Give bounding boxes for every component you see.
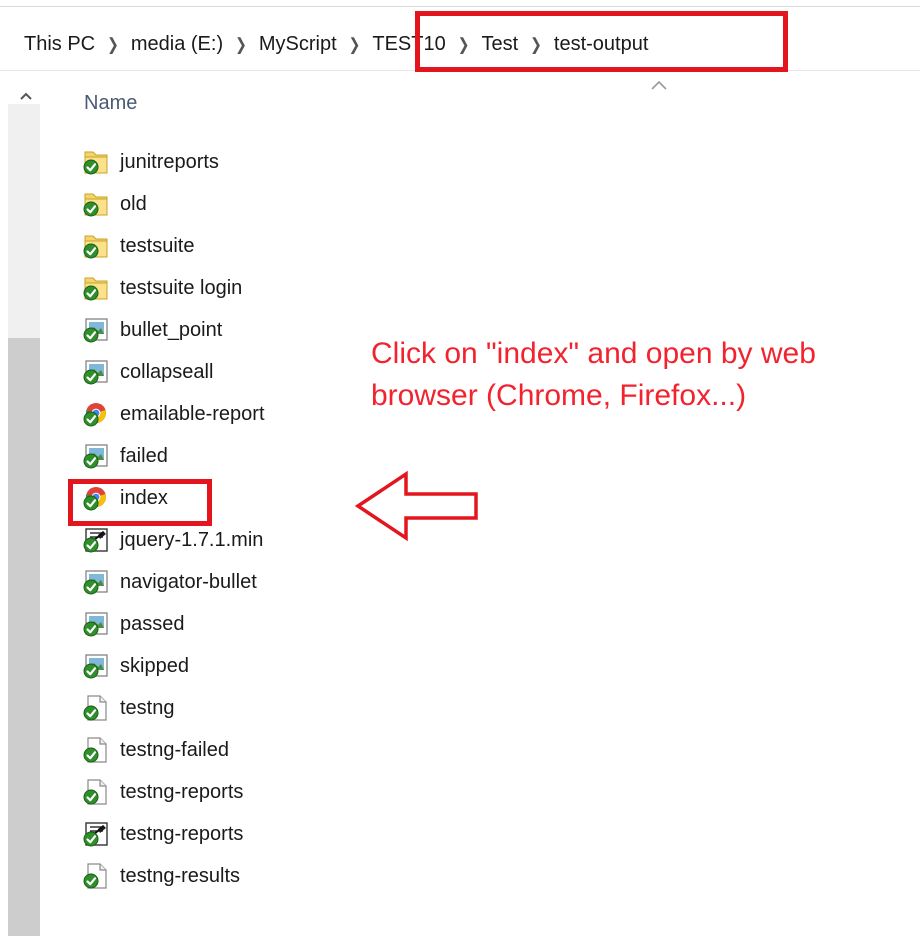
file-name: testng-failed [120, 738, 229, 761]
breadcrumb-this-pc[interactable]: This PC [22, 33, 97, 56]
chevron-right-icon[interactable]: ❯ [107, 34, 119, 54]
file-name: testsuite [120, 234, 195, 257]
name-column-header[interactable]: Name [84, 92, 137, 115]
file-row[interactable]: old [82, 183, 402, 225]
chevron-right-icon[interactable]: ❯ [235, 34, 247, 54]
image-file-icon [82, 316, 110, 344]
image-file-icon [82, 358, 110, 386]
scroll-up-arrow-icon[interactable] [18, 90, 34, 102]
file-row[interactable]: collapseall [82, 351, 402, 393]
file-row[interactable]: testng-reports [82, 813, 402, 855]
file-row[interactable]: bullet_point [82, 309, 402, 351]
generic-file-icon [82, 778, 110, 806]
path-highlight-box [415, 11, 788, 72]
scrollbar-thumb[interactable] [8, 338, 40, 936]
folder-shared-icon [82, 274, 110, 302]
sort-ascending-icon[interactable] [650, 78, 668, 92]
folder-shared-icon [82, 148, 110, 176]
script-file-icon [82, 526, 110, 554]
file-name: passed [120, 612, 185, 635]
file-row[interactable]: junitreports [82, 141, 402, 183]
file-name: junitreports [120, 150, 219, 173]
generic-file-icon [82, 736, 110, 764]
file-name: testng [120, 696, 175, 719]
index-highlight-box [68, 479, 212, 526]
breadcrumb-myscript[interactable]: MyScript [257, 33, 339, 56]
file-name: testsuite login [120, 276, 243, 299]
folder-shared-icon [82, 232, 110, 260]
chrome-html-file-icon [82, 400, 110, 428]
file-row[interactable]: testng-reports [82, 771, 402, 813]
file-row[interactable]: emailable-report [82, 393, 402, 435]
file-name: testng-reports [120, 780, 244, 803]
left-arrow-icon [354, 470, 478, 542]
file-name: bullet_point [120, 318, 223, 341]
image-file-icon [82, 652, 110, 680]
file-name: testng-results [120, 864, 241, 887]
image-file-icon [82, 568, 110, 596]
breadcrumb-media-drive[interactable]: media (E:) [129, 33, 225, 56]
image-file-icon [82, 610, 110, 638]
image-file-icon [82, 442, 110, 470]
generic-file-icon [82, 694, 110, 722]
instruction-annotation: Click on "index" and open by web browser… [371, 333, 911, 417]
file-name: testng-reports [120, 822, 244, 845]
file-row[interactable]: testng-failed [82, 729, 402, 771]
file-row[interactable]: skipped [82, 645, 402, 687]
file-name: old [120, 192, 147, 215]
file-name: navigator-bullet [120, 570, 257, 593]
file-row[interactable]: testng [82, 687, 402, 729]
file-row[interactable]: passed [82, 603, 402, 645]
file-row[interactable]: navigator-bullet [82, 561, 402, 603]
file-name: jquery-1.7.1.min [120, 528, 264, 551]
annotation-line-2: browser (Chrome, Firefox...) [371, 379, 747, 412]
annotation-line-1: Click on "index" and open by web [371, 337, 816, 370]
file-name: failed [120, 444, 168, 467]
file-name: skipped [120, 654, 189, 677]
window-top-border [0, 6, 920, 7]
file-name: collapseall [120, 360, 214, 383]
folder-shared-icon [82, 190, 110, 218]
file-name: emailable-report [120, 402, 265, 425]
generic-file-icon [82, 862, 110, 890]
file-row[interactable]: testsuite login [82, 267, 402, 309]
script-file-icon [82, 820, 110, 848]
chevron-right-icon[interactable]: ❯ [349, 34, 361, 54]
file-row[interactable]: testng-results [82, 855, 402, 897]
file-row[interactable]: testsuite [82, 225, 402, 267]
